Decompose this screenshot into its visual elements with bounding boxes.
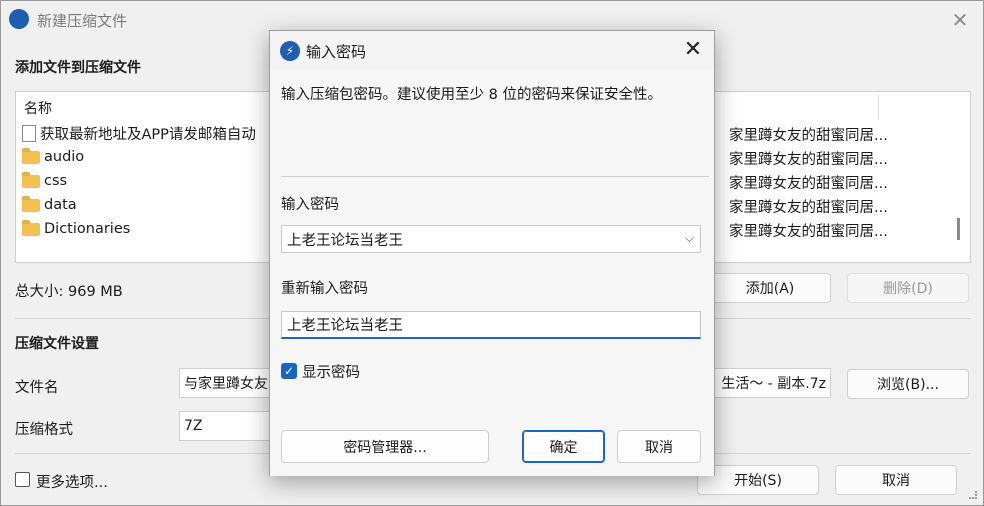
- more-options-checkbox[interactable]: [15, 472, 30, 487]
- folder-icon: [22, 219, 40, 236]
- dialog-close-icon[interactable]: ✕: [680, 37, 706, 63]
- chevron-down-icon[interactable]: ⌵: [685, 231, 694, 246]
- column-divider: [878, 94, 879, 120]
- total-size: 总大小: 969 MB: [15, 284, 123, 300]
- dialog-description: 输入压缩包密码。建议使用至少 8 位的密码来保证安全性。: [281, 87, 662, 103]
- reenter-password-input[interactable]: 上老王论坛当老王: [281, 311, 701, 339]
- list-item-path: 家里蹲女友的甜蜜同居...: [729, 176, 888, 192]
- main-cancel-button[interactable]: 取消: [835, 465, 957, 495]
- more-options-label: 更多选项...: [36, 475, 108, 491]
- list-item[interactable]: data: [22, 194, 77, 216]
- browse-button[interactable]: 浏览(B)...: [847, 369, 969, 399]
- show-password-label[interactable]: 显示密码: [302, 361, 360, 382]
- settings-section-title: 压缩文件设置: [15, 336, 99, 352]
- list-item-path: 家里蹲女友的甜蜜同居...: [729, 152, 888, 168]
- resize-grip-icon[interactable]: [969, 491, 977, 499]
- filename-input[interactable]: 与家里蹲女友: [179, 368, 279, 398]
- reenter-password-value: 上老王论坛当老王: [287, 318, 403, 334]
- main-window-title: 新建压缩文件: [37, 12, 128, 30]
- dialog-separator: [281, 176, 709, 177]
- password-manager-button[interactable]: 密码管理器...: [281, 430, 489, 463]
- list-item-name: data: [44, 197, 77, 213]
- list-item-name: Dictionaries: [44, 221, 131, 237]
- dialog-title: 输入密码: [306, 43, 367, 61]
- reenter-password-label: 重新输入密码: [281, 281, 368, 297]
- app-logo-icon: [9, 9, 29, 29]
- format-label: 压缩格式: [15, 422, 73, 438]
- dialog-cancel-button[interactable]: 取消: [617, 430, 701, 463]
- dialog-body: 输入压缩包密码。建议使用至少 8 位的密码来保证安全性。 输入密码 上老王论坛当…: [270, 69, 714, 476]
- password-label: 输入密码: [281, 197, 339, 213]
- main-close-icon[interactable]: ✕: [949, 9, 971, 31]
- column-header-name[interactable]: 名称: [24, 98, 52, 118]
- list-item-name: 获取最新地址及APP请发邮箱自动: [40, 126, 256, 143]
- add-button[interactable]: 添加(A): [709, 273, 831, 303]
- delete-button[interactable]: 删除(D): [847, 273, 969, 303]
- password-dialog: ⚡ 输入密码 ✕ 输入压缩包密码。建议使用至少 8 位的密码来保证安全性。 输入…: [269, 30, 715, 476]
- password-value: 上老王论坛当老王: [287, 232, 403, 249]
- start-button[interactable]: 开始(S): [697, 465, 819, 495]
- list-item-path: 家里蹲女友的甜蜜同居...: [729, 224, 888, 240]
- app-logo-icon: ⚡: [280, 41, 300, 61]
- folder-icon: [22, 195, 40, 212]
- list-item[interactable]: 获取最新地址及APP请发邮箱自动: [22, 122, 256, 144]
- filename-input-tail[interactable]: 生活～ - 副本.7z: [701, 368, 831, 398]
- list-scrollbar[interactable]: [957, 218, 960, 240]
- list-item-path: 家里蹲女友的甜蜜同居...: [729, 200, 888, 216]
- format-select[interactable]: 7Z: [179, 411, 279, 441]
- list-item-path: 家里蹲女友的甜蜜同居...: [729, 128, 888, 144]
- list-item[interactable]: audio: [22, 146, 84, 168]
- list-item-name: audio: [44, 149, 85, 165]
- folder-icon: [22, 171, 40, 188]
- list-item-name: css: [44, 173, 68, 189]
- ok-button[interactable]: 确定: [522, 430, 605, 463]
- password-combobox[interactable]: 上老王论坛当老王 ⌵: [281, 225, 701, 253]
- add-section-title: 添加文件到压缩文件: [15, 60, 141, 76]
- show-password-checkbox[interactable]: ✓: [281, 363, 297, 379]
- document-icon: [22, 124, 36, 142]
- list-item[interactable]: Dictionaries: [22, 218, 130, 240]
- folder-icon: [22, 147, 40, 164]
- filename-label: 文件名: [15, 380, 59, 396]
- list-item[interactable]: css: [22, 170, 67, 192]
